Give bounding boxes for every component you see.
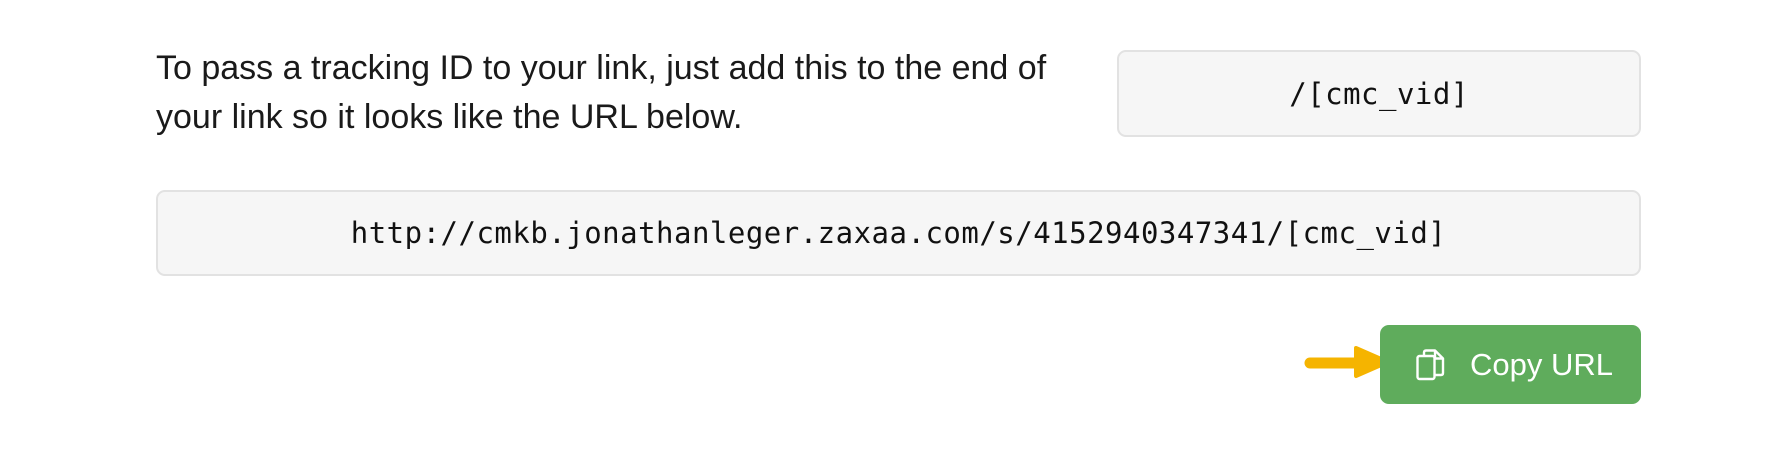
copy-url-button[interactable]: Copy URL	[1380, 325, 1641, 404]
copy-url-label: Copy URL	[1470, 346, 1613, 382]
tracking-url-box: http://cmkb.jonathanleger.zaxaa.com/s/41…	[156, 190, 1641, 276]
copy-icon	[1416, 348, 1445, 380]
tracking-instructions: To pass a tracking ID to your link, just…	[156, 49, 1047, 136]
tracking-parameter-box: /[cmc_vid]	[1117, 50, 1641, 137]
